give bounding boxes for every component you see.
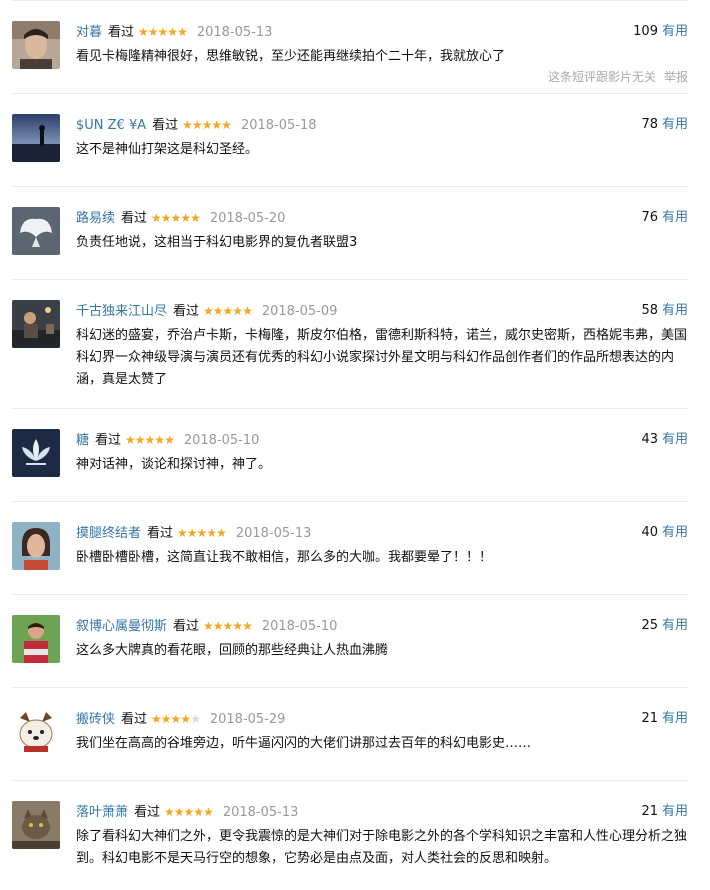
watched-label: 看过 xyxy=(173,619,200,634)
comment-text: 这么多大牌真的看花眼，回顾的那些经典让人热血沸腾 xyxy=(76,643,389,658)
useful-button[interactable]: 有用 xyxy=(662,432,688,447)
useful-button[interactable]: 有用 xyxy=(662,711,688,726)
vote-count: 76 有用 xyxy=(641,210,688,225)
comment-date: 2018-05-18 xyxy=(240,118,317,133)
avatar[interactable] xyxy=(12,801,60,849)
report-link[interactable]: 举报 xyxy=(664,70,688,84)
avatar[interactable] xyxy=(12,429,60,477)
vote-count: 40 有用 xyxy=(641,525,688,540)
divider xyxy=(12,0,688,1)
username-link[interactable]: 路易续 xyxy=(76,211,115,226)
vote-count: 21 有用 xyxy=(641,711,688,726)
comment-text: 我们坐在高高的谷堆旁边，听牛逼闪闪的大佬们讲那过去百年的科幻电影史…… xyxy=(76,736,532,751)
username-link[interactable]: 叙博心属曼彻斯 xyxy=(76,619,167,634)
watched-label: 看过 xyxy=(173,304,200,319)
avatar[interactable] xyxy=(12,300,60,348)
comment-date: 2018-05-10 xyxy=(183,433,260,448)
comment-text: 神对话神，谈论和探讨神，神了。 xyxy=(76,457,272,472)
watched-label: 看过 xyxy=(134,805,161,820)
rating-stars: ★★★★★ xyxy=(125,433,175,447)
divider xyxy=(12,687,688,688)
watched-label: 看过 xyxy=(95,433,122,448)
divider xyxy=(12,501,688,502)
vote-count: 58 有用 xyxy=(641,303,688,318)
watched-label: 看过 xyxy=(121,712,148,727)
watched-label: 看过 xyxy=(147,526,174,541)
street-night-avatar-icon xyxy=(12,300,60,348)
unrelated-link[interactable]: 这条短评跟影片无关 xyxy=(548,70,656,84)
username-link[interactable]: $UN Z€ ¥A xyxy=(76,118,146,133)
divider xyxy=(12,780,688,781)
sunset-silhouette-avatar-icon xyxy=(12,114,60,162)
rating-stars: ★★★★★ xyxy=(151,712,201,726)
useful-button[interactable]: 有用 xyxy=(662,117,688,132)
avatar[interactable] xyxy=(12,21,60,69)
comment-date: 2018-05-13 xyxy=(222,805,299,820)
avatar[interactable] xyxy=(12,114,60,162)
rating-stars: ★★★★★ xyxy=(203,619,253,633)
comment-text: 看见卡梅隆精神很好，思维敏锐，至少还能再继续拍个二十年，我就放心了 xyxy=(76,49,506,64)
watched-label: 看过 xyxy=(152,118,179,133)
divider xyxy=(12,279,688,280)
divider xyxy=(12,93,688,94)
avatar[interactable] xyxy=(12,615,60,663)
rating-stars: ★★★★★ xyxy=(151,211,201,225)
football-player-avatar-icon xyxy=(12,615,60,663)
username-link[interactable]: 摸腿终结者 xyxy=(76,526,141,541)
vote-count: 25 有用 xyxy=(641,618,688,633)
comment-date: 2018-05-10 xyxy=(261,619,338,634)
cartoon-dog-avatar-icon xyxy=(12,708,60,756)
divider xyxy=(12,408,688,409)
username-link[interactable]: 糖 xyxy=(76,433,89,448)
watched-label: 看过 xyxy=(121,211,148,226)
username-link[interactable]: 搬砖侠 xyxy=(76,712,115,727)
comment-text: 科幻迷的盛宴，乔治卢卡斯，卡梅隆，斯皮尔伯格，雷德利斯科特，诺兰，威尔史密斯，西… xyxy=(76,328,688,387)
avatar[interactable] xyxy=(12,522,60,570)
comment-date: 2018-05-20 xyxy=(209,211,286,226)
white-wings-avatar-icon xyxy=(12,207,60,255)
comment-date: 2018-05-13 xyxy=(196,25,273,40)
useful-button[interactable]: 有用 xyxy=(662,525,688,540)
man-portrait-avatar-icon xyxy=(12,21,60,69)
lotus-avatar-icon xyxy=(12,429,60,477)
vote-count: 43 有用 xyxy=(641,432,688,447)
comment-text: 这不是神仙打架这是科幻圣经。 xyxy=(76,142,259,157)
avatar[interactable] xyxy=(12,207,60,255)
username-link[interactable]: 千古独来江山尽 xyxy=(76,304,167,319)
rating-stars: ★★★★★ xyxy=(203,304,253,318)
rating-stars: ★★★★★ xyxy=(177,526,227,540)
useful-button[interactable]: 有用 xyxy=(662,210,688,225)
comment-text: 卧槽卧槽卧槽，这简直让我不敢相信，那么多的大咖。我都要晕了！！！ xyxy=(76,550,493,565)
cat-avatar-icon xyxy=(12,801,60,849)
useful-button[interactable]: 有用 xyxy=(662,303,688,318)
vote-count: 109 有用 xyxy=(633,24,688,39)
vote-count: 21 有用 xyxy=(641,804,688,819)
watched-label: 看过 xyxy=(108,25,135,40)
vote-count: 78 有用 xyxy=(641,117,688,132)
divider xyxy=(12,186,688,187)
rating-stars: ★★★★★ xyxy=(138,25,188,39)
useful-button[interactable]: 有用 xyxy=(662,618,688,633)
username-link[interactable]: 落叶萧萧 xyxy=(76,805,128,820)
comment-date: 2018-05-13 xyxy=(235,526,312,541)
woman-portrait-avatar-icon xyxy=(12,522,60,570)
comment-date: 2018-05-29 xyxy=(209,712,286,727)
avatar[interactable] xyxy=(12,708,60,756)
comment-text: 除了看科幻大神们之外，更令我震惊的是大神们对于除电影之外的各个学科知识之丰富和人… xyxy=(76,829,688,866)
comment-text: 负责任地说，这相当于科幻电影界的复仇者联盟3 xyxy=(76,235,358,250)
comment-date: 2018-05-09 xyxy=(261,304,338,319)
useful-button[interactable]: 有用 xyxy=(662,804,688,819)
useful-button[interactable]: 有用 xyxy=(662,24,688,39)
username-link[interactable]: 对暮 xyxy=(76,25,102,40)
divider xyxy=(12,594,688,595)
rating-stars: ★★★★★ xyxy=(164,805,214,819)
rating-stars: ★★★★★ xyxy=(182,118,232,132)
